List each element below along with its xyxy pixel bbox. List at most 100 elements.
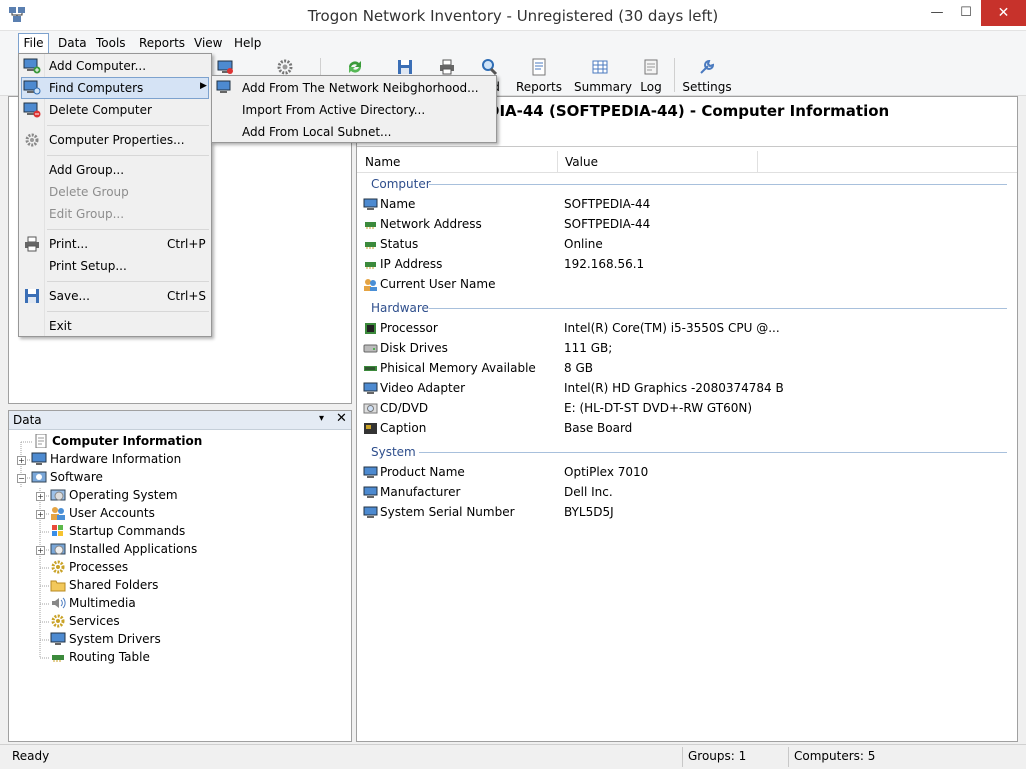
property-name: Product Name [380,465,465,479]
menu-item-find-computers[interactable]: Find Computers [49,78,143,98]
column-header-value[interactable]: Value [565,155,598,169]
toolbar-settings-button[interactable]: Settings [682,56,732,94]
tree-label: Hardware Information [50,452,182,466]
tree-item-services[interactable]: Services [50,612,120,630]
menu-tools[interactable]: Tools [96,35,126,53]
menu-reports[interactable]: Reports [139,35,185,53]
save-icon [398,60,412,74]
title-bar: Trogon Network Inventory - Unregistered … [0,0,1026,31]
menu-item-exit[interactable]: Exit [49,316,72,336]
gear-icon [277,59,293,75]
status-computers-count: Computers: 5 [794,749,876,763]
chip-icon [365,323,376,334]
expand-icon[interactable]: + [36,492,45,501]
menu-item-add-group[interactable]: Add Group... [49,160,124,180]
tree-label: Routing Table [69,650,150,664]
tree-item-operating-system[interactable]: Operating System [50,486,178,504]
tree-item-processes[interactable]: Processes [50,558,128,576]
status-bar: Ready Groups: 1 Computers: 5 [0,744,1026,769]
print-icon [440,59,454,75]
gear-icon [51,614,65,628]
tree-item-user-accounts[interactable]: User Accounts [50,504,155,522]
toolbar-reports-label: Reports [515,80,563,94]
menu-item-delete-computer[interactable]: Delete Computer [49,100,152,120]
toolbar-log-button[interactable]: Log [634,56,668,94]
property-value: 192.168.56.1 [564,257,645,271]
menu-view[interactable]: View [194,35,222,53]
memory-icon [364,366,377,371]
submenu-item-network-neighborhood[interactable]: Add From The Network Neibghorhood... [242,78,479,98]
apps-icon [50,543,66,555]
disk-icon [363,344,378,353]
group-header-system: System [371,445,416,459]
menu-bar: File Data Tools Reports View Help [0,31,1026,54]
property-value: E: (HL-DT-ST DVD+-RW GT60N) [564,401,753,415]
group-divider [429,184,1007,185]
group-header-computer: Computer [371,177,431,191]
computer-icon [363,198,378,210]
monitor-icon [363,382,378,394]
close-button[interactable]: ✕ [981,0,1026,26]
status-groups-count: Groups: 1 [688,749,747,763]
tree-item-system-drivers[interactable]: System Drivers [50,630,161,648]
expand-icon[interactable]: + [36,510,45,519]
property-name: Network Address [380,217,482,231]
windows-icon [52,525,63,536]
computer-icon [363,506,378,518]
tree-label: Installed Applications [69,542,198,556]
expand-icon[interactable]: + [36,546,45,555]
collapse-icon[interactable]: − [17,474,26,483]
computer-icon [363,466,378,478]
menu-item-save[interactable]: Save... [49,286,90,306]
menu-item-add-computer[interactable]: Add Computer... [49,56,146,76]
tree-label: Software [50,470,103,484]
tree-item-installed-applications[interactable]: Installed Applications [50,540,197,558]
maximize-button[interactable]: ☐ [952,0,980,26]
monitor-icon [50,632,66,645]
file-menu: Add Computer... Find Computers ▶ Delete … [18,53,212,337]
shortcut-save: Ctrl+S [167,289,207,303]
summary-icon [592,60,608,74]
grid-header: Name Value [357,151,1017,173]
tree-item-startup-commands[interactable]: Startup Commands [50,522,185,540]
tree-item-computer-information[interactable]: Computer Information [33,432,202,450]
settings-icon [700,59,715,74]
submenu-item-local-subnet[interactable]: Add From Local Subnet... [242,122,391,142]
gear-icon [51,560,65,574]
tree-item-software[interactable]: Software [31,468,103,486]
toolbar-summary-button[interactable]: Summary [574,56,632,94]
dropdown-icon[interactable]: ▾ [319,413,324,424]
menu-file[interactable]: File [18,33,49,54]
data-panel: Data ▾ ✕ Computer Information + Hardware… [8,410,352,742]
property-name: Manufacturer [380,485,461,499]
shortcut-print: Ctrl+P [167,237,206,251]
minimize-button[interactable]: — [922,0,952,26]
toolbar-log-label: Log [640,80,662,94]
folder-icon [50,580,66,592]
window-title: Trogon Network Inventory - Unregistered … [307,7,719,25]
property-value: SOFTPEDIA-44 [564,197,651,211]
property-value: OptiPlex 7010 [564,465,649,479]
menu-item-computer-properties[interactable]: Computer Properties... [49,130,185,150]
menu-item-print[interactable]: Print... [49,234,88,254]
menu-item-print-setup[interactable]: Print Setup... [49,256,127,276]
menu-help[interactable]: Help [234,35,261,53]
expand-icon[interactable]: + [17,456,26,465]
close-panel-button[interactable]: ✕ [336,411,347,426]
tree-item-routing-table[interactable]: Routing Table [50,648,150,666]
column-header-name[interactable]: Name [365,155,400,169]
tree-item-multimedia[interactable]: Multimedia [50,594,136,612]
users-icon [364,279,377,291]
tree-item-hardware-information[interactable]: Hardware Information [31,450,181,468]
group-divider [419,452,1007,453]
submenu-arrow-icon: ▶ [200,81,207,91]
tree-label: Services [69,614,120,628]
page-title: DIA-44 (SOFTPEDIA-44) - Computer Informa… [487,102,890,120]
submenu-item-active-directory[interactable]: Import From Active Directory... [242,100,425,120]
computer-icon [363,486,378,498]
toolbar-reports-button[interactable]: Reports [514,56,564,94]
save-icon [25,289,39,303]
tree-item-shared-folders[interactable]: Shared Folders [50,576,158,594]
property-value: 111 GB; [564,341,613,355]
menu-data[interactable]: Data [58,35,87,53]
